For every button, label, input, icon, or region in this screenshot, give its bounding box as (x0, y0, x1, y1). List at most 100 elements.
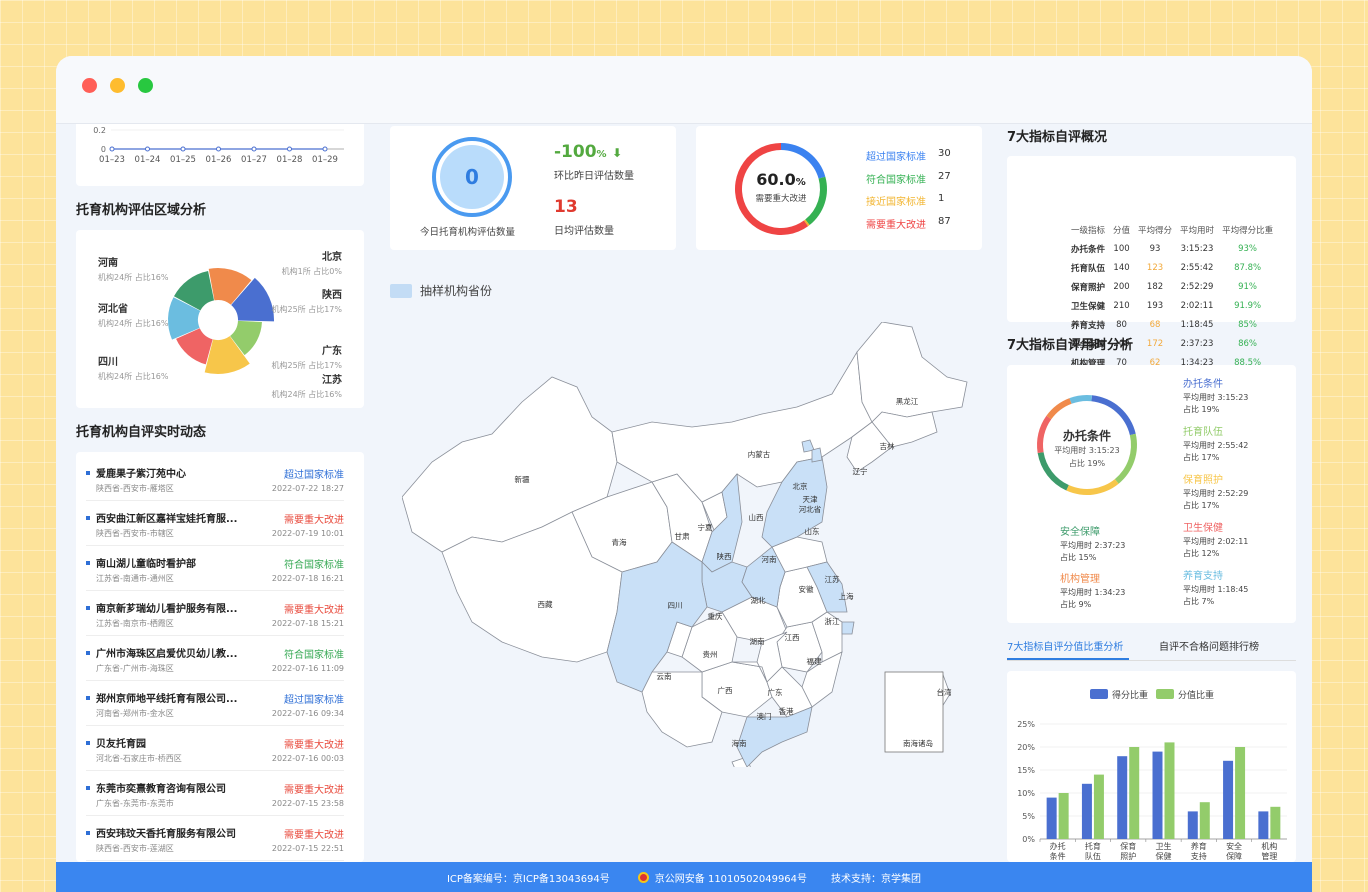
bar-xtick: 队伍 (1085, 851, 1101, 861)
province-label: 贵州 (703, 649, 718, 659)
feed-item-location: 河南省-郑州市-金水区 (96, 709, 174, 718)
feed-item[interactable]: 南京新芗瑞幼儿看护服务有限... 需要重大改进 江苏省-南京市-栖霞区 2022-07… (86, 591, 344, 636)
bar[interactable] (1235, 747, 1246, 839)
province-label: 云南 (657, 671, 672, 681)
trend-ytick: 0 (101, 145, 106, 154)
score-chart-card: 0% 5% 10% 15% 20% 25% 办托 条件 托育 队伍 保育 照护 卫生 保健 养育 支持 安全 保障… (1007, 671, 1296, 862)
indicator-cell: 200 (1113, 282, 1130, 293)
indicator-cell: 2:52:29 (1180, 282, 1214, 293)
feed-item[interactable]: 西安玮玟天香托育服务有限公司 需要重大改进 陕西省-西安市-莲湖区 2022-07-1… (86, 816, 344, 861)
feed-item[interactable]: 西安曲江新区嘉祥宝娃托育服... 需要重大改进 陕西省-西安市-市辖区 2022-07… (86, 501, 344, 546)
feed-item[interactable]: 南山湖儿童临时看护部 符合国家标准 江苏省-南通市-通州区 2022-07-18 16… (86, 546, 344, 591)
footer-icp[interactable]: ICP备案编号：京ICP备13043694号 (447, 870, 610, 885)
standard-pct-label: 需要重大改进 (755, 194, 807, 204)
time-slice[interactable] (1069, 395, 1092, 404)
tab-score-ratio[interactable]: 7大指标自评分值比重分析 (1007, 638, 1123, 653)
bar[interactable] (1258, 811, 1269, 839)
bar-xtick: 保育 (1120, 841, 1136, 851)
region-info: 机构24所 占比16% (98, 372, 169, 381)
feed-item[interactable]: 郑州京师地平线托育有限公司... 超过国家标准 河南省-郑州市-金水区 2022-07… (86, 681, 344, 726)
bar[interactable] (1129, 747, 1140, 839)
time-item-name: 保育照护 (1183, 475, 1223, 486)
time-item-name: 办托条件 (1183, 379, 1223, 390)
feed-item-date: 2022-07-15 22:51 (271, 844, 344, 853)
feed-item-date: 2022-07-18 15:21 (271, 619, 344, 628)
bar[interactable] (1093, 774, 1104, 839)
indicator-header: 平均得分比重 (1222, 226, 1274, 237)
province-label: 福建 (807, 656, 822, 666)
standard-item-label: 需要重大改进 (866, 219, 926, 231)
bar[interactable] (1164, 742, 1175, 839)
time-item-pct: 占比 12% (1183, 549, 1220, 558)
tab-fail-rank[interactable]: 自评不合格问题排行榜 (1159, 638, 1259, 653)
bar[interactable] (1223, 760, 1234, 839)
bar-xtick: 保障 (1226, 851, 1242, 861)
bar[interactable] (1117, 756, 1128, 839)
province-label: 河北省 (799, 504, 822, 514)
indicator-cell: 93 (1149, 244, 1161, 255)
bar-xtick: 办托 (1050, 841, 1066, 851)
province-label: 台湾 (937, 687, 952, 697)
time-slice[interactable] (1066, 479, 1119, 495)
time-card: 办托条件 平均用时 3:15:23 占比 19% 办托条件 平均用时 3:15:2… (1007, 365, 1296, 623)
feed-item[interactable]: 爱鹿果子紫汀苑中心 超过国家标准 陕西省-西安市-雁塔区 2022-07-22 18:… (86, 456, 344, 501)
bar-xtick: 保健 (1156, 851, 1172, 861)
bar-ytick: 25% (1017, 720, 1035, 729)
bar[interactable] (1058, 793, 1069, 839)
indicator-cell: 2:55:42 (1180, 263, 1214, 274)
bar[interactable] (1187, 811, 1198, 839)
time-item-pct: 占比 7% (1183, 597, 1215, 606)
close-button[interactable] (82, 78, 97, 93)
trend-xtick: 01–25 (170, 155, 196, 165)
maximize-button[interactable] (138, 78, 153, 93)
bar[interactable] (1270, 806, 1281, 839)
province-label: 江西 (785, 633, 800, 642)
region-name: 北京 (322, 252, 342, 263)
bar[interactable] (1152, 751, 1163, 839)
standard-item-label: 符合国家标准 (866, 174, 926, 186)
bullet-icon (86, 606, 90, 610)
region-info: 机构24所 占比16% (98, 319, 169, 328)
minimize-button[interactable] (110, 78, 125, 93)
indicators-title: 7大指标自评概况 (1007, 130, 1108, 145)
feed-item[interactable]: 东莞市奕熹教育咨询有限公司 需要重大改进 广东省-东莞市-东莞市 2022-07-15… (86, 771, 344, 816)
feed-item-location: 江苏省-南京市-栖霞区 (96, 619, 174, 628)
legend-swatch (1156, 689, 1174, 699)
trend-point (216, 146, 221, 152)
province-label: 香港 (779, 706, 794, 716)
standard-slice[interactable] (735, 143, 809, 235)
indicator-cell: 87.8% (1234, 263, 1262, 274)
time-center-name: 办托条件 (1062, 429, 1111, 443)
feed-item[interactable]: 贝友托育园 需要重大改进 河北省-石家庄市-桥西区 2022-07-16 00:03 (86, 726, 344, 771)
time-item: 养育支持 平均用时 1:18:45 占比 7% (1183, 567, 1248, 607)
feed-item-location: 陕西省-西安市-雁塔区 (96, 484, 174, 493)
feed-item-date: 2022-07-18 16:21 (271, 574, 344, 583)
arrow-down-icon: ⬇ (612, 146, 623, 160)
table-row: 托育队伍 140 123 2:55:42 87.8% (1067, 259, 1277, 278)
province-label: 海南 (732, 738, 747, 748)
bar-ytick: 5% (1022, 812, 1035, 821)
today-count: 0 (465, 165, 479, 189)
time-center-time: 平均用时 3:15:23 (1054, 446, 1120, 455)
time-item-pct: 占比 9% (1060, 600, 1092, 609)
feed-item-status: 需要重大改进 (284, 740, 344, 751)
bar[interactable] (1199, 802, 1210, 839)
feed-item[interactable]: 广州市海珠区启爱优贝幼儿教... 符合国家标准 广东省-广州市-海珠区 2022-07… (86, 636, 344, 681)
bar[interactable] (1046, 797, 1057, 839)
footer-police[interactable]: 京公网安备 11010502049964号 (655, 870, 807, 885)
time-item-name: 卫生保健 (1183, 523, 1223, 534)
time-slice[interactable] (1046, 398, 1072, 420)
china-map[interactable]: 黑龙江吉林辽宁 内蒙古北京天津河北省山西山东 新疆宁夏甘肃青海陕西 河南江苏安徽上海西… (402, 322, 982, 767)
bar[interactable] (1081, 783, 1092, 839)
region-info: 机构25所 占比17% (271, 361, 342, 370)
indicator-cell: 100 (1113, 244, 1130, 255)
feed-item-date: 2022-07-16 11:09 (271, 664, 344, 673)
province-label: 西藏 (538, 599, 553, 609)
time-item-name: 机构管理 (1060, 574, 1100, 585)
province-label: 辽宁 (853, 466, 868, 476)
feed-item-title: 东莞市奕熹教育咨询有限公司 (96, 784, 226, 795)
feed-item-status: 需要重大改进 (284, 515, 344, 526)
indicator-header: 一级指标 (1071, 226, 1106, 237)
time-item-time: 平均用时 1:18:45 (1183, 585, 1249, 594)
map-legend-label: 抽样机构省份 (420, 284, 493, 298)
